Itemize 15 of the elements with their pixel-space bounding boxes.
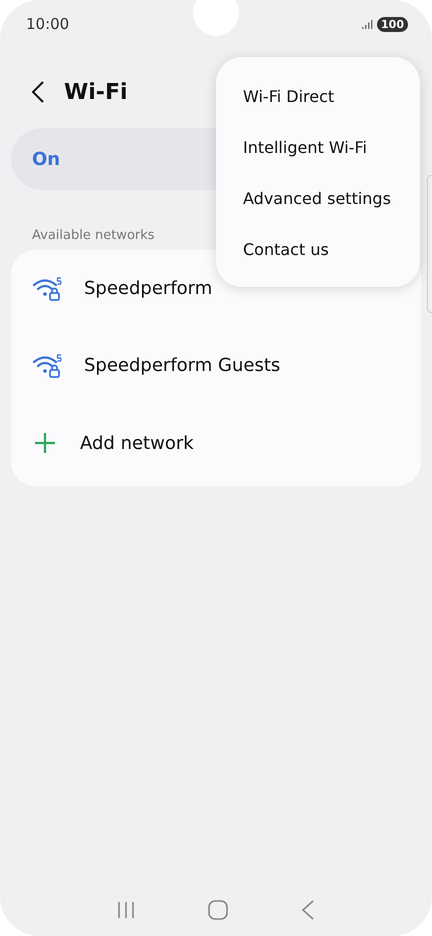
status-time: 10:00 bbox=[26, 15, 70, 33]
home-icon[interactable] bbox=[208, 900, 228, 920]
back-icon[interactable] bbox=[32, 81, 44, 103]
wifi-lock-icon bbox=[32, 354, 62, 378]
wifi-lock-icon bbox=[32, 276, 62, 301]
menu-item[interactable]: Wi-Fi Direct bbox=[216, 71, 420, 122]
section-label: Available networks bbox=[32, 228, 156, 244]
plus-icon bbox=[34, 432, 56, 454]
battery-level: 100 bbox=[377, 16, 408, 32]
network-item[interactable]: Speedperform Guests bbox=[11, 336, 421, 396]
recent-apps-icon[interactable] bbox=[116, 901, 135, 919]
signal-icon bbox=[362, 20, 374, 28]
back-nav-icon[interactable] bbox=[301, 900, 316, 920]
network-item[interactable]: Add network bbox=[11, 413, 421, 474]
page-title: Wi-Fi bbox=[64, 80, 128, 104]
